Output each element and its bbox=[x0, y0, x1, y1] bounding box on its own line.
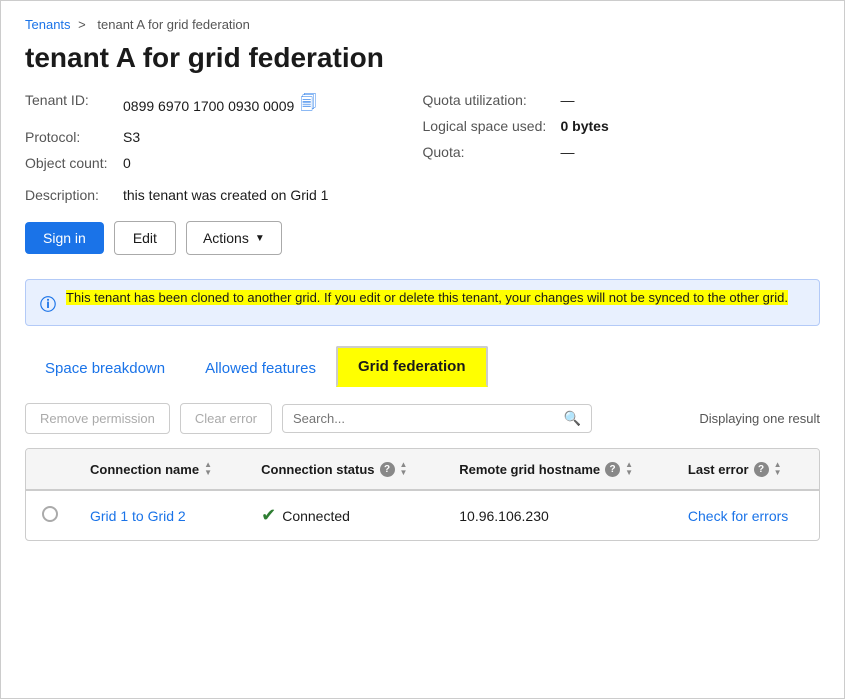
object-count-value: 0 bbox=[123, 155, 131, 171]
sort-icon-last-error[interactable]: ▲ ▼ bbox=[774, 461, 782, 477]
search-icon: 🔍 bbox=[564, 410, 581, 427]
help-icon-connection-status[interactable]: ? bbox=[380, 462, 395, 477]
info-grid: Tenant ID: 0899 6970 1700 0930 0009 🗐 Pr… bbox=[25, 92, 820, 171]
logical-space-value: 0 bytes bbox=[561, 118, 609, 134]
chevron-down-icon: ▼ bbox=[255, 233, 265, 244]
breadcrumb-current: tenant A for grid federation bbox=[97, 17, 250, 32]
help-icon-last-error[interactable]: ? bbox=[754, 462, 769, 477]
banner-text: This tenant has been cloned to another g… bbox=[66, 290, 788, 305]
quota-util-label: Quota utilization: bbox=[423, 92, 553, 108]
quota-label: Quota: bbox=[423, 144, 553, 160]
copy-icon[interactable]: 🗐 bbox=[300, 92, 316, 119]
displaying-result: Displaying one result bbox=[699, 411, 820, 426]
tab-grid-federation[interactable]: Grid federation bbox=[336, 346, 488, 387]
protocol-value: S3 bbox=[123, 129, 140, 145]
search-input[interactable] bbox=[293, 411, 558, 426]
tenant-id-value: 0899 6970 1700 0930 0009 🗐 bbox=[123, 92, 316, 119]
check-for-errors-link[interactable]: Check for errors bbox=[688, 508, 788, 524]
description-label: Description: bbox=[25, 187, 115, 203]
search-wrapper: 🔍 bbox=[282, 404, 592, 433]
sort-icon-connection-status[interactable]: ▲ ▼ bbox=[400, 461, 408, 477]
connection-status-cell: ✔ Connected bbox=[245, 490, 443, 540]
quota-value: — bbox=[561, 144, 575, 160]
table-body: Grid 1 to Grid 2 ✔ Connected 10.96.106.2… bbox=[26, 490, 819, 540]
col-radio bbox=[26, 449, 74, 490]
actions-button[interactable]: Actions ▼ bbox=[186, 221, 282, 255]
tenant-id-label: Tenant ID: bbox=[25, 92, 115, 108]
table-header: Connection name ▲ ▼ Connection status ? bbox=[26, 449, 819, 490]
sign-in-button[interactable]: Sign in bbox=[25, 222, 104, 254]
tab-space-breakdown[interactable]: Space breakdown bbox=[25, 350, 185, 387]
table-wrapper: Connection name ▲ ▼ Connection status ? bbox=[25, 448, 820, 541]
radio-button[interactable] bbox=[42, 506, 58, 522]
breadcrumb-parent-link[interactable]: Tenants bbox=[25, 17, 71, 32]
last-error-cell: Check for errors bbox=[672, 490, 819, 540]
quota-row: Quota: — bbox=[423, 144, 821, 160]
col-last-error: Last error ? ▲ ▼ bbox=[672, 449, 819, 490]
logical-space-row: Logical space used: 0 bytes bbox=[423, 118, 821, 134]
table-row: Grid 1 to Grid 2 ✔ Connected 10.96.106.2… bbox=[26, 490, 819, 540]
data-table: Connection name ▲ ▼ Connection status ? bbox=[26, 449, 819, 540]
logical-space-label: Logical space used: bbox=[423, 118, 553, 134]
remote-grid-hostname-cell: 10.96.106.230 bbox=[443, 490, 672, 540]
info-left: Tenant ID: 0899 6970 1700 0930 0009 🗐 Pr… bbox=[25, 92, 423, 171]
object-count-label: Object count: bbox=[25, 155, 115, 171]
edit-button[interactable]: Edit bbox=[114, 221, 176, 255]
protocol-label: Protocol: bbox=[25, 129, 115, 145]
col-connection-name: Connection name ▲ ▼ bbox=[74, 449, 245, 490]
connection-name-link[interactable]: Grid 1 to Grid 2 bbox=[90, 508, 186, 524]
page-title: tenant A for grid federation bbox=[25, 42, 820, 74]
description-value: this tenant was created on Grid 1 bbox=[123, 187, 328, 203]
tabs-row: Space breakdown Allowed features Grid fe… bbox=[25, 346, 820, 387]
breadcrumb: Tenants > tenant A for grid federation bbox=[25, 17, 820, 32]
quota-util-row: Quota utilization: — bbox=[423, 92, 821, 108]
check-icon: ✔ bbox=[261, 505, 276, 526]
sort-icon-remote-grid-hostname[interactable]: ▲ ▼ bbox=[625, 461, 633, 477]
info-icon: ⓘ bbox=[40, 291, 56, 315]
tenant-id-row: Tenant ID: 0899 6970 1700 0930 0009 🗐 bbox=[25, 92, 423, 119]
description-row: Description: this tenant was created on … bbox=[25, 187, 820, 203]
connection-name-cell: Grid 1 to Grid 2 bbox=[74, 490, 245, 540]
col-remote-grid-hostname: Remote grid hostname ? ▲ ▼ bbox=[443, 449, 672, 490]
info-right: Quota utilization: — Logical space used:… bbox=[423, 92, 821, 171]
actions-row: Sign in Edit Actions ▼ bbox=[25, 221, 820, 255]
breadcrumb-separator: > bbox=[78, 17, 86, 32]
clear-error-button[interactable]: Clear error bbox=[180, 403, 272, 434]
protocol-row: Protocol: S3 bbox=[25, 129, 423, 145]
page-container: Tenants > tenant A for grid federation t… bbox=[0, 0, 845, 699]
object-count-row: Object count: 0 bbox=[25, 155, 423, 171]
col-connection-status: Connection status ? ▲ ▼ bbox=[245, 449, 443, 490]
info-banner: ⓘ This tenant has been cloned to another… bbox=[25, 279, 820, 326]
sort-icon-connection-name[interactable]: ▲ ▼ bbox=[204, 461, 212, 477]
connection-status-value: Connected bbox=[282, 508, 350, 524]
remote-grid-hostname-value: 10.96.106.230 bbox=[459, 508, 549, 524]
quota-util-value: — bbox=[561, 92, 575, 108]
help-icon-remote-grid-hostname[interactable]: ? bbox=[605, 462, 620, 477]
tab-allowed-features[interactable]: Allowed features bbox=[185, 350, 336, 387]
remove-permission-button[interactable]: Remove permission bbox=[25, 403, 170, 434]
tab-controls-row: Remove permission Clear error 🔍 Displayi… bbox=[25, 403, 820, 434]
radio-cell[interactable] bbox=[26, 490, 74, 540]
